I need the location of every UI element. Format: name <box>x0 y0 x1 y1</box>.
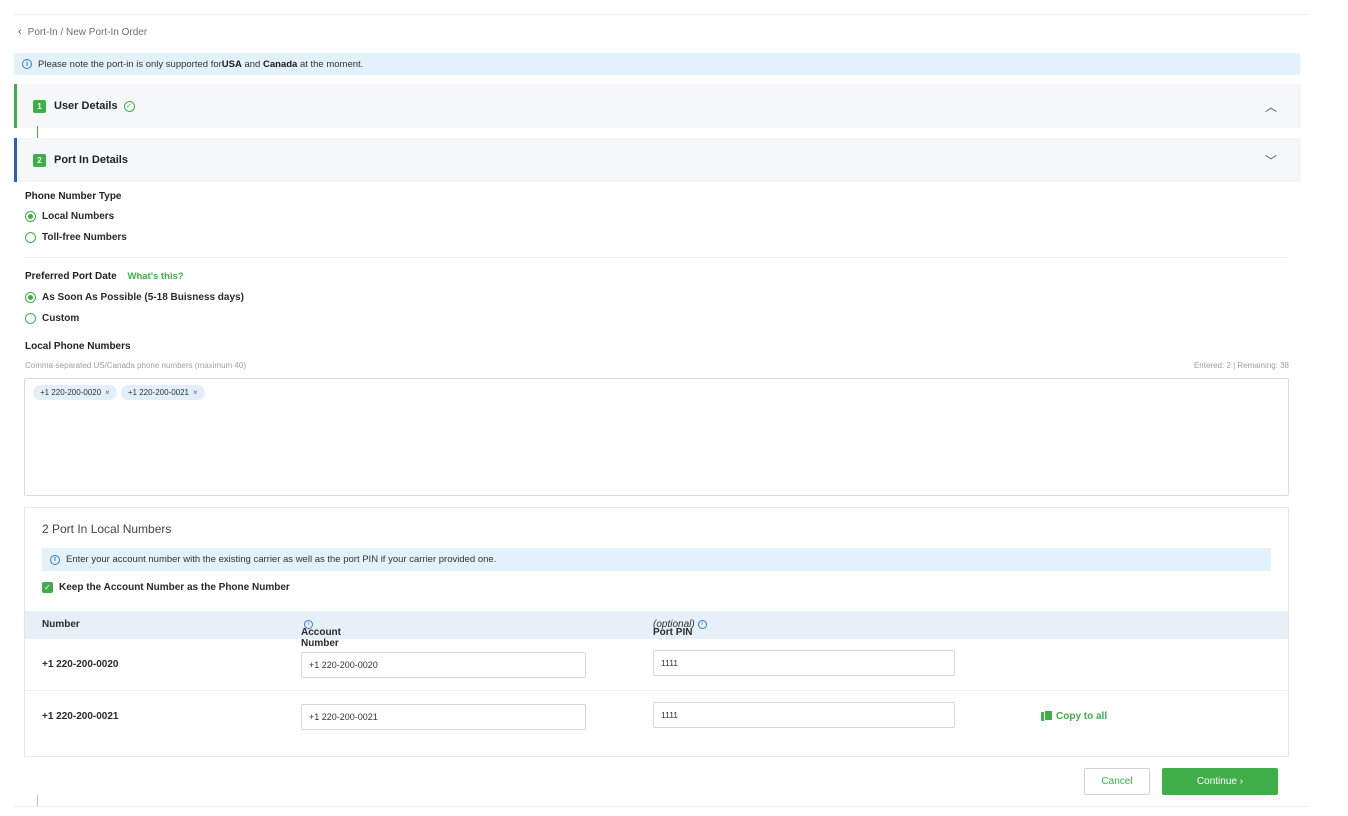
phone-chip[interactable]: +1 220-200-0021 × <box>120 385 205 400</box>
section-divider <box>25 257 1289 258</box>
radio-label: Local Numbers <box>42 211 115 222</box>
radio-label: Toll-free Numbers <box>42 232 127 243</box>
column-number: Number <box>42 619 80 630</box>
step-number: 1 <box>33 99 46 113</box>
radio-toll-free-numbers[interactable]: Toll-free Numbers <box>25 232 127 243</box>
info-icon: i <box>50 554 60 565</box>
continue-button[interactable]: Continue › <box>1162 768 1278 795</box>
keep-account-number-checkbox[interactable]: ✓ Keep the Account Number as the Phone N… <box>42 582 290 593</box>
notice-usa: USA <box>221 58 242 70</box>
table-row: +1 220-200-0021 Copy to all <box>25 691 1288 743</box>
step-port-in-details[interactable]: 2 Port In Details ﹀ <box>14 138 1301 182</box>
bottom-divider <box>14 806 1310 807</box>
close-icon[interactable]: × <box>193 388 198 397</box>
chevron-right-icon: › <box>1239 776 1244 787</box>
table-header: Number Account Number i Port PIN (optiona… <box>25 611 1288 649</box>
table-row: +1 220-200-0020 <box>25 639 1288 691</box>
checkbox-checked-icon[interactable]: ✓ <box>42 582 53 593</box>
radio-asap[interactable]: As Soon As Possible (5-18 Buisness days) <box>25 292 244 303</box>
step-user-details[interactable]: 1 User Details ✓ ︿ <box>14 84 1301 128</box>
step-title: Port In Details <box>54 154 128 166</box>
phone-chip[interactable]: +1 220-200-0020 × <box>33 385 117 400</box>
breadcrumb-text[interactable]: Port-In / New Port-In Order <box>28 27 147 38</box>
chevron-up-icon[interactable]: ︿ <box>1265 98 1277 115</box>
port-date-label-text: Preferred Port Date <box>25 271 117 282</box>
check-circle-icon: ✓ <box>123 100 135 112</box>
port-in-numbers-card: 2 Port In Local Numbers i Enter your acc… <box>24 507 1289 757</box>
chip-label: +1 220-200-0021 <box>127 388 190 397</box>
port-pin-input[interactable] <box>653 702 955 728</box>
top-divider <box>14 14 1310 15</box>
step-connector <box>37 126 38 138</box>
chevron-left-icon[interactable]: ‹ <box>18 26 22 38</box>
cancel-button[interactable]: Cancel <box>1084 768 1150 795</box>
checkbox-label: Keep the Account Number as the Phone Num… <box>59 582 290 593</box>
radio-unselected-icon[interactable] <box>25 313 36 324</box>
notice-canada: Canada <box>262 58 298 70</box>
local-numbers-helper: Comma-separated US/Canada phone numbers … <box>25 361 246 370</box>
account-note: i Enter your account number with the exi… <box>42 548 1271 571</box>
step-title: User Details <box>54 100 118 112</box>
step-number: 2 <box>33 153 46 167</box>
account-number-input[interactable] <box>301 652 586 678</box>
info-icon: i <box>22 59 32 69</box>
column-account: Account Number i <box>301 619 341 649</box>
numbers-counter: Entered: 2 | Remaining: 38 <box>1193 361 1289 370</box>
breadcrumb[interactable]: ‹ Port-In / New Port-In Order <box>18 26 147 38</box>
notice-suffix: at the moment. <box>297 58 364 70</box>
card-title: 2 Port In Local Numbers <box>42 522 172 536</box>
copy-to-all-button[interactable]: Copy to all <box>1041 710 1107 722</box>
info-icon[interactable]: i <box>697 619 707 629</box>
radio-custom[interactable]: Custom <box>25 313 79 324</box>
close-icon[interactable]: × <box>105 388 110 397</box>
chevron-down-icon[interactable]: ﹀ <box>1265 152 1277 169</box>
account-number-input[interactable] <box>301 704 586 730</box>
copy-icon <box>1041 710 1053 722</box>
port-in-notice: i Please note the port-in is only suppor… <box>14 53 1300 75</box>
radio-selected-icon[interactable] <box>25 211 36 222</box>
note-text: Enter your account number with the exist… <box>66 554 497 565</box>
radio-label: As Soon As Possible (5-18 Buisness days) <box>42 292 244 303</box>
whats-this-link[interactable]: What's this? <box>127 271 183 282</box>
notice-prefix: Please note the port-in is only supporte… <box>38 58 222 70</box>
phone-numbers-input[interactable]: +1 220-200-0020 × +1 220-200-0021 × <box>24 378 1289 496</box>
radio-label: Custom <box>42 313 80 324</box>
row-number: +1 220-200-0021 <box>42 711 119 722</box>
port-pin-input[interactable] <box>653 650 955 676</box>
chip-label: +1 220-200-0020 <box>40 388 102 397</box>
column-pin: Port PIN (optional) i <box>653 619 707 638</box>
row-number: +1 220-200-0020 <box>42 659 119 670</box>
notice-and: and <box>241 58 263 70</box>
port-date-label: Preferred Port Date What's this? <box>25 271 184 282</box>
continue-label: Continue <box>1196 776 1237 787</box>
copy-to-all-label: Copy to all <box>1056 710 1108 722</box>
local-numbers-label: Local Phone Numbers <box>25 341 131 352</box>
phone-type-label: Phone Number Type <box>25 191 122 202</box>
radio-local-numbers[interactable]: Local Numbers <box>25 211 114 222</box>
column-pin-label: Port PIN <box>653 627 693 638</box>
radio-selected-icon[interactable] <box>25 292 36 303</box>
radio-unselected-icon[interactable] <box>25 232 36 243</box>
